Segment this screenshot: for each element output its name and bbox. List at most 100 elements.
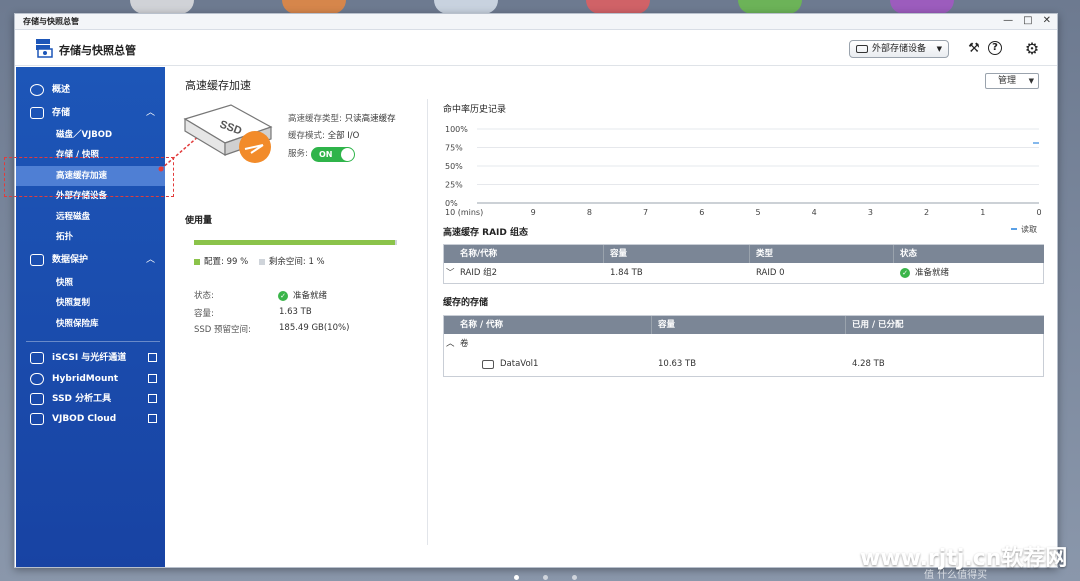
sidebar-item-data-protection[interactable]: 数据保护 ︿ [16,250,165,270]
service-toggle[interactable]: ON [311,147,355,162]
dashboard-icon [30,84,44,96]
sidebar-link-hybridmount[interactable]: HybridMount [16,369,165,389]
external-link-icon [148,414,157,423]
x-tick-label: 5 [755,208,760,217]
cache-type-value: 只读高速缓存 [344,114,396,124]
sidebar-item-label: SSD 分析工具 [52,394,112,404]
x-tick-label: 8 [587,208,592,217]
sidebar-item-overview[interactable]: 概述 [16,80,165,100]
expand-chevron-icon[interactable]: ﹀ [444,264,455,282]
sidebar-subitem-disks[interactable]: 磁盘／VJBOD [16,125,165,145]
close-icon[interactable]: ✕ [1043,15,1051,26]
main-panel: 高速缓存加速 管理 ▼ SSD 高速缓存类型: 只读高速缓存 缓存模式: 全部 … [165,67,1057,567]
window-title: 存储与快照总管 [23,17,79,26]
sidebar-subitem-snapshot-replica[interactable]: 快照复制 [16,293,165,313]
tools-icon[interactable]: ⚒ [966,41,982,57]
app-header: 存储与快照总管 外部存储设备 ▼ ⚒ ? ⚙ [15,30,1057,66]
x-tick-label: 3 [868,208,873,217]
external-storage-button[interactable]: 外部存储设备 ▼ [849,40,949,58]
help-icon[interactable]: ? [988,41,1002,55]
raid-type: RAID 0 [756,268,785,278]
cache-mode-row: 缓存模式: 全部 I/O [288,129,359,141]
panel-divider [427,99,428,545]
table-row[interactable]: ﹀ RAID 组2 1.84 TB RAID 0 ✓ 准备就绪 [444,264,1043,283]
desktop-app-icon[interactable] [738,0,802,14]
sidebar-link-ssd-profiling[interactable]: SSD 分析工具 [16,389,165,409]
table-header[interactable]: 已用 / 已分配 [846,316,1044,334]
page-dot[interactable] [514,575,519,580]
y-tick-label: 25% [445,181,463,190]
toggle-label: ON [319,150,333,159]
sidebar-subitem-topology[interactable]: 拓扑 [16,227,165,247]
raid-status-text: 准备就绪 [915,268,950,278]
table-group-row[interactable]: ︿ 卷 [444,335,1043,354]
y-tick-label: 100% [445,125,468,134]
external-link-icon [148,353,157,362]
minimize-icon[interactable]: — [1003,15,1013,26]
desktop-app-icon[interactable] [282,0,346,14]
raid-status: ✓ 准备就绪 [894,264,949,282]
table-header[interactable]: 容量 [604,245,750,263]
cached-storage-table: 名称 / 代称 容量 已用 / 已分配 ︿ 卷 DataVol1 10.63 T… [443,315,1044,377]
page-indicator[interactable] [514,575,577,580]
external-link-icon [148,374,157,383]
sidebar-subitem-snapshot[interactable]: 快照 [16,273,165,293]
hit-rate-chart: 100% 75% 50% 25% 0%10 (mins) 9 8 7 6 5 4 3 2 1 0 读取 [445,125,1042,234]
desktop-app-icon[interactable] [130,0,194,14]
sidebar-item-label: VJBOD Cloud [52,414,117,424]
maximize-icon[interactable]: □ [1023,15,1032,26]
ssd-cache-illustration: SSD [183,104,273,163]
x-tick-label: 6 [699,208,704,217]
cache-mode-value: 全部 I/O [327,131,360,141]
sidebar-subitem-remote-disk[interactable]: 远程磁盘 [16,207,165,227]
raid-name: RAID 组2 [460,268,498,278]
manage-button[interactable]: 管理 ▼ [985,73,1039,89]
desktop-app-icon[interactable] [434,0,498,14]
page-dot[interactable] [572,575,577,580]
sidebar-item-label: 概述 [52,85,71,95]
reserved-value: 185.49 GB(10%) [279,323,350,333]
page-title: 高速缓存加速 [185,79,251,92]
sidebar-link-iscsi[interactable]: iSCSI 与光纤通道 [16,348,165,368]
table-header[interactable]: 状态 [894,245,1044,263]
desktop-app-icon[interactable] [586,0,650,14]
external-link-icon [148,394,157,403]
legend-swatch-free [258,258,265,265]
chevron-down-icon: ▼ [1028,77,1034,85]
table-header[interactable]: 名称 / 代称 [444,316,652,334]
reserved-row: SSD 预留空间: 185.49 GB(10%) [194,323,414,335]
table-header[interactable]: 容量 [652,316,846,334]
cache-mode-key: 缓存模式: [288,131,325,141]
cloud-mount-icon [30,373,44,385]
status-key: 状态: [194,291,214,301]
desktop-app-icon[interactable] [890,0,954,14]
status-value: 准备就绪 [293,291,328,301]
app-window: 存储与快照总管 — □ ✕ 存储与快照总管 外部存储设备 ▼ ⚒ ? ⚙ 概述 [4,13,1058,568]
volume-used: 4.28 TB [852,359,885,369]
sidebar-divider [26,341,160,342]
capacity-key: 容量: [194,309,214,319]
sidebar-item-label: 存储 [52,108,71,118]
database-icon [30,107,44,119]
service-row: 服务: [288,147,308,159]
capacity-value: 1.63 TB [279,307,312,317]
page-dot[interactable] [543,575,548,580]
table-header[interactable]: 类型 [750,245,894,263]
sidebar-subitem-snapshot-vault[interactable]: 快照保险库 [16,314,165,334]
iscsi-icon [30,352,44,364]
sidebar-item-storage[interactable]: 存储 ︿ [16,103,165,123]
sidebar-link-vjbod-cloud[interactable]: VJBOD Cloud [16,409,165,429]
x-tick-label: 2 [924,208,929,217]
window-titlebar[interactable]: 存储与快照总管 — □ ✕ [15,14,1057,30]
collapse-chevron-icon[interactable]: ︿ [444,335,455,353]
table-header[interactable]: 名称/代称 [444,245,604,263]
capacity-row: 容量: 1.63 TB [194,307,414,319]
legend-swatch-allocated [194,258,200,265]
table-row[interactable]: DataVol1 10.63 TB 4.28 TB [444,355,1043,374]
highlight-box [4,157,174,197]
ssd-icon [30,393,44,405]
sidebar-item-label: iSCSI 与光纤通道 [52,353,127,363]
watermark-sub: 值 什么值得买 [924,570,988,581]
gear-icon[interactable]: ⚙ [1024,41,1040,57]
raid-capacity: 1.84 TB [610,268,643,278]
